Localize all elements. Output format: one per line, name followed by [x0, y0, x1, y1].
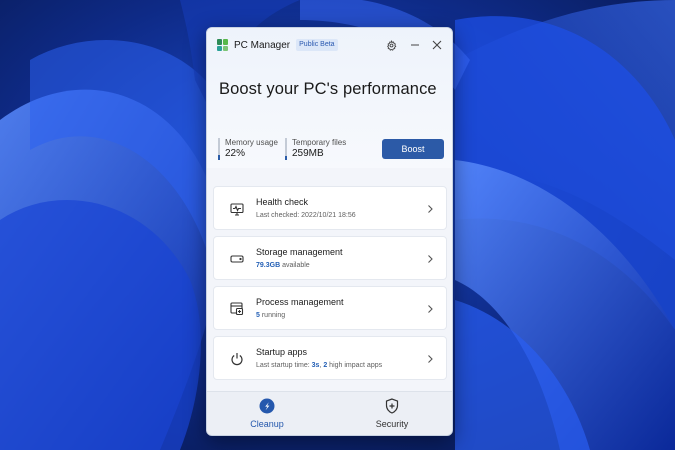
app-title: PC Manager	[234, 39, 291, 51]
memory-usage-label: Memory usage	[225, 138, 278, 147]
storage-available-suffix: available	[280, 262, 310, 269]
close-button[interactable]	[429, 37, 445, 53]
close-icon	[432, 40, 442, 50]
rocket-icon	[259, 398, 275, 414]
card-subtitle: Last checked: 2022/10/21 18:56	[256, 212, 356, 219]
memory-level-bar	[218, 155, 220, 160]
process-management-card[interactable]: Process management 5 running	[213, 286, 447, 330]
temporary-files-label: Temporary files	[292, 138, 347, 147]
boost-button[interactable]: Boost	[382, 139, 444, 159]
health-check-card[interactable]: Health check Last checked: 2022/10/21 18…	[213, 186, 447, 230]
card-subtitle: Last startup time: 3s, 2 high impact app…	[256, 362, 382, 369]
card-title: Health check	[256, 197, 309, 207]
process-count-suffix: running	[259, 312, 286, 319]
shield-plus-icon	[384, 398, 400, 414]
chevron-right-icon	[428, 305, 433, 313]
storage-available-value: 79.3GB	[256, 262, 281, 269]
card-subtitle: 79.3GB available	[256, 262, 310, 269]
card-title: Process management	[256, 297, 344, 307]
minimize-button[interactable]	[407, 37, 423, 53]
bottom-navigation: Cleanup Security	[207, 391, 452, 435]
temporary-files-value: 259MB	[292, 148, 324, 159]
pc-manager-logo-icon	[217, 39, 229, 51]
card-title: Storage management	[256, 247, 343, 257]
temp-files-level-bar	[285, 155, 287, 160]
chevron-right-icon	[428, 255, 433, 263]
drive-icon	[229, 251, 245, 267]
memory-usage-metric: Memory usage 22%	[218, 138, 278, 160]
pc-manager-window: PC Manager Public Beta Boost your PC's p…	[206, 27, 453, 436]
nav-security-label: Security	[375, 419, 409, 429]
startup-time-prefix: Last startup time:	[256, 362, 312, 369]
chevron-right-icon	[428, 355, 433, 363]
nav-cleanup-label: Cleanup	[250, 419, 284, 429]
card-subtitle: 5 running	[256, 312, 285, 319]
power-icon	[229, 351, 245, 367]
process-window-icon	[229, 301, 245, 317]
settings-button[interactable]	[383, 37, 399, 53]
chevron-right-icon	[428, 205, 433, 213]
startup-apps-card[interactable]: Startup apps Last startup time: 3s, 2 hi…	[213, 336, 447, 380]
monitor-pulse-icon	[229, 201, 245, 217]
nav-security[interactable]: Security	[357, 398, 427, 434]
memory-usage-value: 22%	[225, 148, 246, 159]
nav-cleanup[interactable]: Cleanup	[232, 398, 302, 434]
gear-icon	[386, 39, 396, 51]
minimize-icon	[411, 44, 419, 46]
hero-title: Boost your PC's performance	[219, 80, 437, 98]
high-impact-suffix: high impact apps	[327, 362, 383, 369]
temporary-files-metric: Temporary files 259MB	[285, 138, 346, 160]
beta-badge: Public Beta	[296, 39, 338, 51]
card-title: Startup apps	[256, 347, 308, 357]
storage-management-card[interactable]: Storage management 79.3GB available	[213, 236, 447, 280]
